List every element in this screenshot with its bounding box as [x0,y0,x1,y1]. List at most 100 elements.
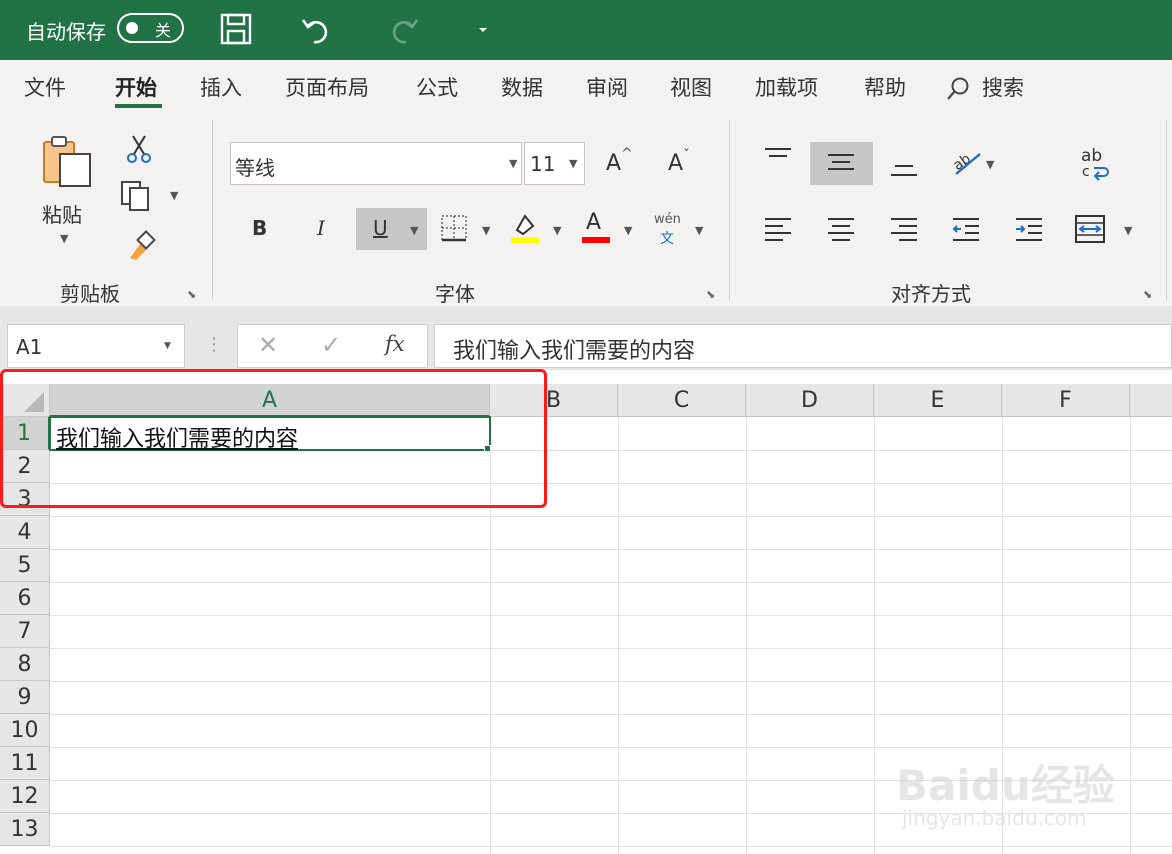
undo-icon[interactable] [300,12,334,46]
font-launcher-icon[interactable]: ⬊ [706,288,715,301]
autosave-label: 自动保存 [26,20,106,44]
paste-dropdown-icon[interactable]: ▼ [60,232,68,245]
phonetic-bottom-label[interactable]: 文 [660,228,674,248]
font-size-box[interactable]: 11 ▼ [524,142,585,185]
name-box[interactable]: A1 ▼ [7,324,185,368]
row-gridline [50,681,1172,682]
autosave-toggle[interactable]: 关 [117,13,184,43]
search-icon[interactable] [945,76,971,102]
chevron-down-icon[interactable]: ▼ [569,157,577,170]
clipboard-launcher-icon[interactable]: ⬊ [187,288,196,301]
paste-label[interactable]: 粘贴 [42,199,82,228]
svg-text:c: c [1082,164,1090,180]
underline-button[interactable]: U [373,216,388,240]
tab-home[interactable]: 开始 [115,72,157,102]
tab-help[interactable]: 帮助 [864,72,906,102]
tab-insert[interactable]: 插入 [200,72,242,102]
bottom-align-icon[interactable] [889,158,919,178]
borders-icon[interactable] [440,214,468,242]
increase-indent-icon[interactable] [1014,216,1044,242]
tab-data[interactable]: 数据 [501,72,543,102]
align-left-icon[interactable] [763,216,793,242]
tab-view[interactable]: 视图 [670,72,712,102]
merge-center-icon[interactable] [1074,214,1106,244]
row-header-10[interactable]: 10 [0,714,50,747]
group-divider [1166,120,1167,300]
fill-color-dropdown-icon[interactable]: ▼ [553,224,561,237]
save-icon[interactable] [219,12,253,46]
formula-input[interactable]: 我们输入我们需要的内容 [434,324,1172,368]
ribbon-tabs: 文件 开始 插入 页面布局 公式 数据 审阅 视图 加载项 帮助 搜索 [0,60,1172,114]
row-gridline [50,714,1172,715]
row-header-4[interactable]: 4 [0,516,50,549]
insert-function-button[interactable]: fx [385,332,405,356]
font-size-value: 11 [530,152,556,176]
watermark-url: jingyan.baidu.com [902,806,1087,830]
phonetic-top-label[interactable]: wén [654,212,681,227]
merge-dropdown-icon[interactable]: ▼ [1124,224,1132,237]
cut-icon[interactable] [125,134,153,164]
column-header-f[interactable]: F [1002,384,1130,417]
decrease-indent-icon[interactable] [951,216,981,242]
drag-handle-icon[interactable]: ⋮ [205,334,223,355]
redo-icon[interactable] [386,12,420,46]
align-right-icon[interactable] [889,216,919,242]
bold-button[interactable]: B [252,216,267,240]
font-name-box[interactable]: 等线 ▼ [230,142,522,185]
row-gridline [50,516,1172,517]
row-header-12[interactable]: 12 [0,780,50,813]
fill-color-icon[interactable] [509,210,541,244]
orientation-icon[interactable]: ab [950,146,984,178]
column-header-d[interactable]: D [746,384,874,417]
top-align-icon[interactable] [763,146,793,166]
middle-align-icon[interactable] [826,152,856,172]
align-center-icon[interactable] [826,216,856,242]
row-header-9[interactable]: 9 [0,681,50,714]
column-header-e[interactable]: E [874,384,1002,417]
tab-page-layout[interactable]: 页面布局 [285,72,369,102]
decrease-font-size-button[interactable]: A [668,151,683,176]
font-color-button[interactable]: A [586,210,601,235]
underline-dropdown-icon[interactable]: ▼ [410,224,418,237]
row-header-5[interactable]: 5 [0,549,50,582]
column-header-c[interactable]: C [618,384,746,417]
italic-button[interactable]: I [317,216,325,240]
row-header-13[interactable]: 13 [0,813,50,846]
group-divider [212,120,213,300]
chevron-down-icon[interactable]: ▼ [509,157,517,170]
column-header-g[interactable] [1130,384,1172,417]
copy-dropdown-icon[interactable]: ▼ [170,189,178,202]
chevron-down-icon[interactable]: ▼ [164,341,171,351]
alignment-launcher-icon[interactable]: ⬊ [1143,288,1152,301]
cancel-icon[interactable]: ✕ [258,331,278,359]
phonetic-dropdown-icon[interactable]: ▼ [695,224,703,237]
tab-search[interactable]: 搜索 [982,72,1024,102]
column-gridline [1130,417,1131,854]
tab-file[interactable]: 文件 [24,72,66,102]
alignment-group-label: 对齐方式 [891,282,971,306]
orientation-dropdown-icon[interactable]: ▼ [986,158,994,171]
group-divider [729,120,730,300]
row-header-8[interactable]: 8 [0,648,50,681]
title-bar: 自动保存 关 [0,0,1172,60]
increase-font-size-button[interactable]: A [606,151,621,176]
name-box-value: A1 [16,335,43,359]
enter-icon[interactable]: ✓ [321,331,341,359]
row-header-6[interactable]: 6 [0,582,50,615]
row-gridline [50,549,1172,550]
watermark-logo-text: Baidu经验 [896,761,1115,810]
down-caret-icon: ˇ [683,148,690,164]
tab-formulas[interactable]: 公式 [416,72,458,102]
tab-review[interactable]: 审阅 [586,72,628,102]
row-header-7[interactable]: 7 [0,615,50,648]
font-color-dropdown-icon[interactable]: ▼ [624,224,632,237]
customize-toolbar-icon[interactable] [474,20,492,38]
paste-icon[interactable] [40,134,94,188]
row-gridline [50,747,1172,748]
tab-addins[interactable]: 加载项 [755,72,818,102]
row-header-11[interactable]: 11 [0,747,50,780]
format-painter-icon[interactable] [124,230,156,260]
copy-icon[interactable] [120,180,154,212]
borders-dropdown-icon[interactable]: ▼ [482,224,490,237]
font-color-swatch [582,237,610,243]
